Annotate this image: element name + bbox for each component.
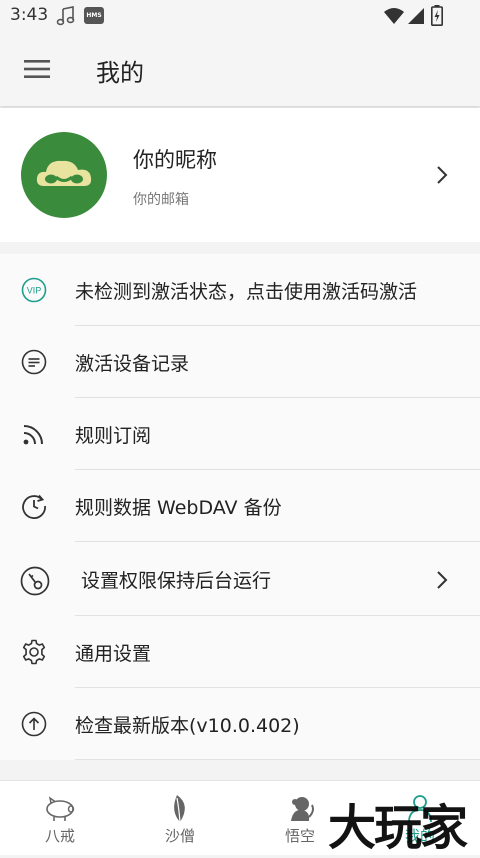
signal-icon (408, 8, 424, 24)
page-title: 我的 (96, 59, 144, 87)
menu-item-background-permission[interactable]: 设置权限保持后台运行 (0, 542, 480, 616)
status-time: 3:43 (10, 5, 49, 25)
menu-item-label: 规则订阅 (75, 425, 152, 447)
divider (75, 759, 480, 760)
menu-item-label: 未检测到激活状态，点击使用激活码激活 (75, 281, 418, 303)
wifi-icon (384, 8, 404, 24)
profile-card[interactable]: 你的昵称 你的邮箱 (0, 108, 480, 242)
tab-label: 沙僧 (164, 827, 195, 845)
profile-email: 你的邮箱 (133, 192, 189, 208)
tab-shaseng[interactable]: 沙僧 (120, 781, 240, 855)
menu-item-check-update[interactable]: 检查最新版本(v10.0.402) (0, 688, 480, 760)
upload-icon (21, 711, 47, 737)
menu-item-rule-subscription[interactable]: 规则订阅 (0, 398, 480, 470)
menu-item-webdav-backup[interactable]: 规则数据 WebDAV 备份 (0, 470, 480, 542)
battery-charging-icon (431, 5, 443, 26)
avatar[interactable] (21, 132, 107, 218)
menu-item-label: 检查最新版本(v10.0.402) (75, 715, 300, 737)
tab-label: 八戒 (44, 827, 75, 845)
rss-icon (23, 425, 43, 445)
hms-badge: HMS (84, 7, 104, 24)
cloud-logo-icon (36, 160, 92, 186)
menu-item-activation[interactable]: VIP 未检测到激活状态，点击使用激活码激活 (0, 254, 480, 326)
menu-item-general-settings[interactable]: 通用设置 (0, 616, 480, 688)
menu-item-label: 通用设置 (75, 643, 152, 665)
status-bar: 3:43 HMS (0, 0, 480, 32)
profile-nickname: 你的昵称 (133, 148, 217, 172)
chevron-right-icon (437, 571, 448, 589)
backup-clock-icon (22, 494, 46, 519)
gear-icon (22, 639, 46, 665)
menu-item-label: 规则数据 WebDAV 备份 (75, 497, 282, 519)
pig-icon (46, 796, 75, 821)
vip-icon: VIP (21, 277, 47, 303)
hamburger-menu-icon[interactable] (24, 59, 50, 79)
tab-bajie[interactable]: 八戒 (0, 781, 120, 855)
app-bar: 我的 (0, 32, 480, 106)
music-note-icon (56, 6, 75, 26)
chevron-right-icon[interactable] (436, 165, 448, 185)
settings-menu: VIP 未检测到激活状态，点击使用激活码激活 激活设备记录 规则订阅 规则数据 … (0, 254, 480, 760)
leaf-icon (174, 795, 185, 823)
menu-item-label: 激活设备记录 (75, 353, 190, 375)
menu-item-label: 设置权限保持后台运行 (81, 570, 272, 592)
menu-item-device-records[interactable]: 激活设备记录 (0, 326, 480, 398)
monkey-icon (291, 797, 314, 821)
key-icon (20, 566, 50, 596)
watermark: 大玩家 (328, 800, 468, 856)
list-icon (21, 349, 47, 375)
svg-text:VIP: VIP (27, 286, 42, 296)
